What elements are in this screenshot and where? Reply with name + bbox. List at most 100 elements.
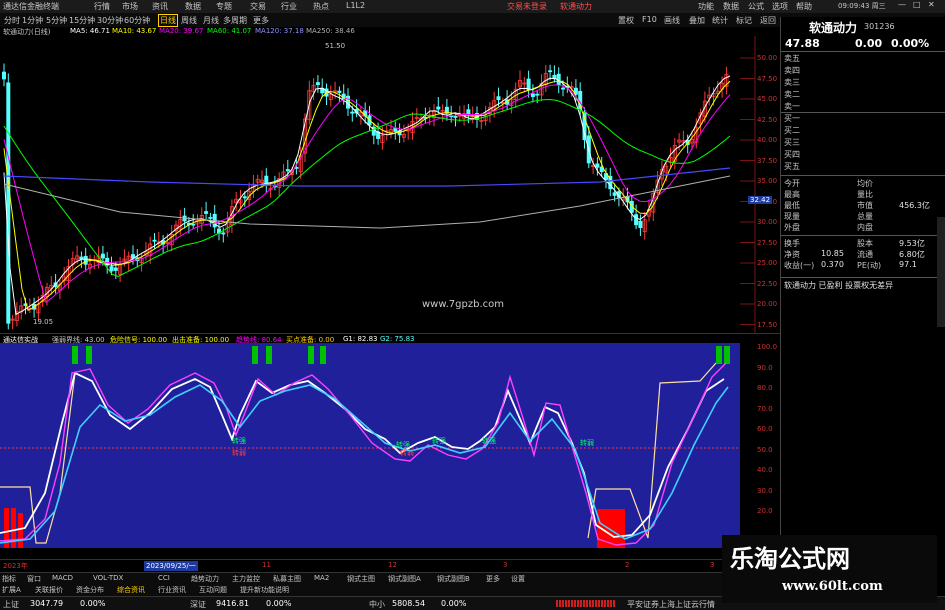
stat-v2: 97.1 (899, 260, 917, 269)
menu-xuanxiang[interactable]: 选项 (772, 1, 788, 12)
signal-label: 转强 (482, 436, 496, 445)
menu-zhuanti[interactable]: 专题 (216, 1, 232, 12)
tool-zhiquan[interactable]: 置权 (618, 15, 634, 26)
menu-gongshi[interactable]: 公式 (748, 1, 764, 12)
indicator-tab[interactable]: 主力监控 (232, 574, 260, 584)
stat-l: 最低 (784, 201, 800, 210)
price-tick: 30.00 (757, 218, 778, 226)
indicator-tab[interactable]: MA2 (314, 574, 329, 582)
period-15min[interactable]: 15分钟 (69, 15, 95, 26)
indicator-tab[interactable]: 设置 (511, 574, 525, 584)
indicator-tab[interactable]: 综合资讯 (117, 585, 145, 595)
indicator-tab[interactable]: 趋势动力 (191, 574, 219, 584)
period-multi[interactable]: 多周期 (223, 15, 247, 26)
indicator-tab[interactable]: 指标 (2, 574, 16, 584)
tool-huaxian[interactable]: 画线 (664, 15, 680, 26)
sub-item-7: G2: 75.83 (380, 335, 415, 343)
candle-body (612, 192, 617, 196)
maximize-icon[interactable]: □ (913, 0, 921, 9)
candle-body (496, 96, 501, 101)
menu-hangqing[interactable]: 行情 (94, 1, 110, 12)
menu-jiaoyi[interactable]: 交易 (250, 1, 266, 12)
stat-l2: 内盘 (857, 223, 873, 232)
indicator-tab[interactable]: 钢式副图A (388, 574, 421, 584)
sell-level: 卖三 (781, 77, 945, 87)
stat-l: 外盘 (784, 223, 800, 232)
menu-shuju2[interactable]: 数据 (723, 1, 739, 12)
top-signal-bar (266, 346, 272, 364)
period-month[interactable]: 月线 (203, 15, 219, 26)
tool-biaoji[interactable]: 标记 (736, 15, 752, 26)
candle-body (242, 196, 247, 199)
buy-label: 买三 (784, 138, 800, 147)
stat-l: 换手 (784, 239, 800, 248)
menu-redian[interactable]: 热点 (313, 1, 329, 12)
indicator-tick: 100.0 (757, 343, 778, 351)
stat-row: 最低 市值 456.3亿 (781, 200, 945, 210)
candle-body (530, 93, 535, 98)
buy-level: 买四 (781, 149, 945, 159)
indicator-tab[interactable]: 行业资讯 (158, 585, 186, 595)
period-day[interactable]: 日线 (158, 14, 178, 27)
price-tick: 37.50 (757, 156, 778, 165)
indicator-tab[interactable]: 扩展A (2, 585, 21, 595)
menu-zixun[interactable]: 资讯 (152, 1, 168, 12)
quote-stock-code: 301236 (864, 22, 895, 31)
candle-body (337, 90, 342, 93)
indicator-tab[interactable]: 关联报价 (35, 585, 63, 595)
clock: 09:09:43 周三 (838, 2, 886, 10)
candle-body (393, 128, 398, 132)
indicator-tab[interactable]: CCI (158, 574, 170, 582)
period-5min[interactable]: 5分钟 (46, 15, 67, 26)
signal-label: 转弱 (400, 448, 414, 457)
buy-level: 买三 (781, 137, 945, 147)
indicator-tab[interactable]: 钢式副图B (437, 574, 470, 584)
top-signal-bar (716, 346, 722, 364)
trade-login-link[interactable]: 交易未登录 (507, 1, 547, 12)
menu-l1l2[interactable]: L1L2 (346, 1, 365, 10)
sh-index-pct: 0.00% (80, 599, 106, 608)
signal-label: 转强 (396, 440, 410, 449)
quote-panel: 软通动力 301236 47.88 0.00 0.00% 卖五 卖四 卖三 卖二 卖一买… (780, 17, 945, 597)
period-week[interactable]: 周线 (181, 15, 197, 26)
period-1min[interactable]: 1分钟 (22, 15, 43, 26)
indicator-tab[interactable]: 钢式主图 (347, 574, 375, 584)
indicator-tab[interactable]: 资金分布 (76, 585, 104, 595)
date-label-1: 2023年 (3, 562, 28, 570)
menu-bangzhu[interactable]: 帮助 (796, 1, 812, 12)
stat-l: 现量 (784, 212, 800, 221)
broker-name[interactable]: 平安证券上海上证云行情 (627, 599, 715, 610)
menu-hangye[interactable]: 行业 (281, 1, 297, 12)
period-30min[interactable]: 30分钟 (97, 15, 123, 26)
period-fenshi[interactable]: 分时 (4, 15, 20, 26)
signal-label: 转强 (232, 436, 246, 445)
menu-gongneng[interactable]: 功能 (698, 1, 714, 12)
tool-fanhui[interactable]: 返回 (760, 15, 776, 26)
sell-label: 卖四 (784, 66, 800, 75)
indicator-panel[interactable]: 转强 转强 转强 转强 转弱转弱 转弱 (0, 343, 780, 566)
price-tick: 50.00 (757, 54, 778, 62)
tool-diejia[interactable]: 叠加 (689, 15, 705, 26)
period-more[interactable]: 更多 (253, 15, 269, 26)
menu-shichang[interactable]: 市场 (122, 1, 138, 12)
indicator-tab[interactable]: 窗口 (27, 574, 41, 584)
indicator-tab[interactable]: 提升新功能说明 (240, 585, 289, 595)
stock-title-link[interactable]: 软通动力 (560, 1, 592, 12)
minimize-icon[interactable]: — (898, 0, 906, 9)
indicator-tab[interactable]: MACD (52, 574, 73, 582)
indicator-tab[interactable]: 互动问题 (199, 585, 227, 595)
stat-v2: 456.3亿 (899, 201, 930, 210)
price-tick: 35.00 (757, 177, 778, 185)
tool-f10[interactable]: F10 (642, 15, 657, 24)
candlestick-chart[interactable]: 51.50 19.05 www.7gpzb.com (0, 36, 780, 333)
indicator-tab[interactable]: 更多 (486, 574, 500, 584)
indicator-tab[interactable]: 私募主图 (273, 574, 301, 584)
menu-shuju[interactable]: 数据 (185, 1, 201, 12)
sell-level: 卖一 (781, 101, 945, 111)
close-icon[interactable]: ✕ (928, 0, 935, 9)
period-60min[interactable]: 60分钟 (124, 15, 150, 26)
side-toolbar[interactable] (937, 217, 945, 327)
tool-tongji[interactable]: 统计 (712, 15, 728, 26)
indicator-tab[interactable]: VOL-TDX (93, 574, 123, 582)
candle-body (191, 223, 196, 226)
